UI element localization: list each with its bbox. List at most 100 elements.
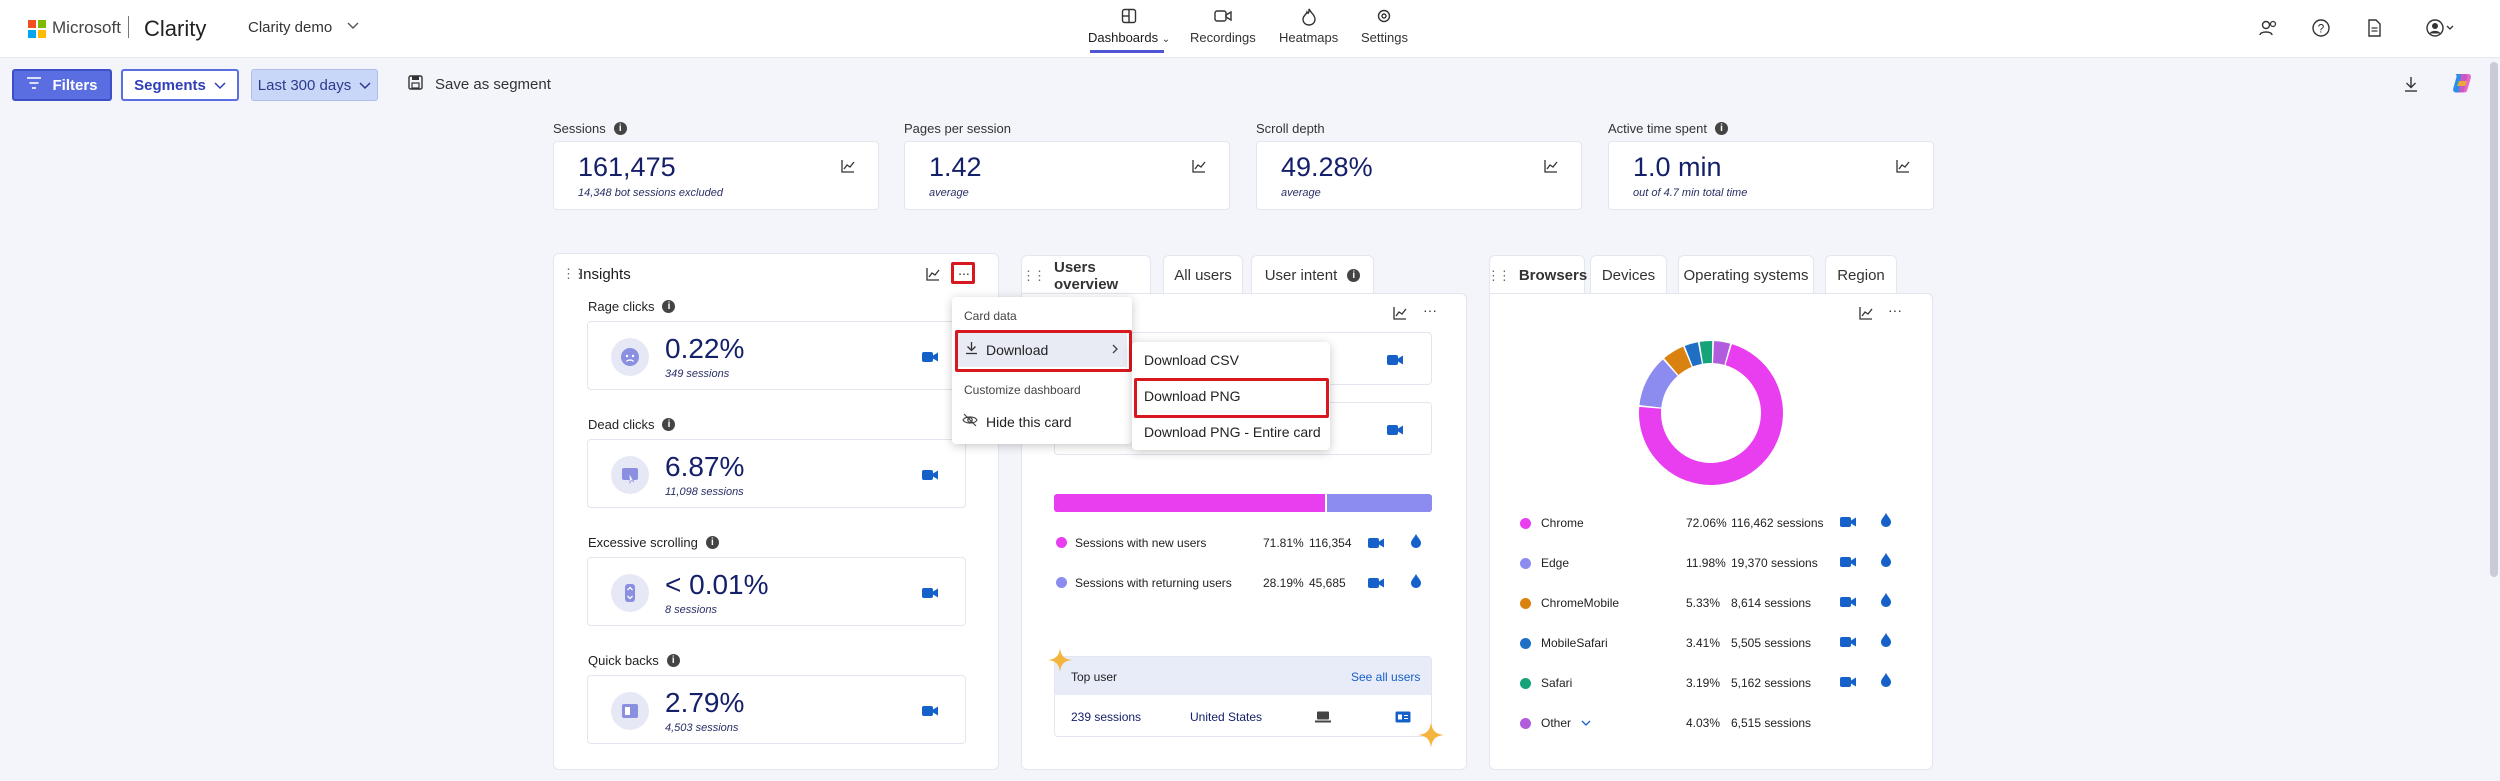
- heatmap-flame-icon[interactable]: [1881, 593, 1891, 607]
- product-name[interactable]: Clarity: [144, 16, 206, 42]
- scrollbar-thumb[interactable]: [2490, 62, 2498, 577]
- tab-label: All users: [1174, 266, 1232, 284]
- see-all-users-link[interactable]: See all users: [1351, 670, 1420, 684]
- heatmap-flame-icon[interactable]: [1881, 513, 1891, 527]
- video-camera-icon[interactable]: [1840, 516, 1856, 528]
- insight-rage-clicks-label: Rage clicks i: [588, 299, 676, 314]
- info-icon[interactable]: i: [662, 300, 676, 313]
- trend-chart-icon[interactable]: [1191, 158, 1207, 174]
- info-icon[interactable]: i: [705, 536, 719, 549]
- tab-label: Browsers: [1518, 267, 1588, 284]
- copilot-icon[interactable]: [2450, 71, 2474, 98]
- video-camera-icon[interactable]: [922, 586, 938, 598]
- video-camera-icon[interactable]: [1840, 596, 1856, 608]
- share-user-icon[interactable]: [2258, 18, 2280, 40]
- id-card-icon[interactable]: [1395, 710, 1411, 726]
- menu-item-download-csv[interactable]: Download CSV: [1144, 352, 1239, 368]
- trend-chart-icon[interactable]: [840, 158, 856, 174]
- date-range-button[interactable]: Last 300 days: [251, 69, 378, 101]
- row-percent: 28.19%: [1263, 576, 1304, 590]
- filters-button[interactable]: Filters: [12, 69, 112, 101]
- insight-card-dead-clicks[interactable]: 6.87% 11,098 sessions: [587, 439, 966, 508]
- nav-settings[interactable]: Settings: [1361, 8, 1408, 45]
- dashboard-icon: [1088, 8, 1170, 30]
- insight-label: Excessive scrolling: [588, 535, 698, 550]
- row-count: 45,685: [1309, 576, 1346, 590]
- nav-active-indicator: [1090, 50, 1164, 53]
- legend-dot: [1056, 577, 1067, 588]
- tab-user-intent[interactable]: User intent i: [1251, 255, 1374, 295]
- gear-icon: [1361, 8, 1408, 30]
- help-icon[interactable]: ?: [2311, 18, 2333, 40]
- trend-chart-icon[interactable]: [1543, 158, 1559, 174]
- tab-label: User intent: [1264, 266, 1338, 284]
- users-row-returning: Sessions with returning users 28.19% 45,…: [1056, 574, 1432, 596]
- download-icon[interactable]: [2403, 75, 2419, 96]
- info-icon[interactable]: i: [613, 122, 627, 135]
- video-camera-icon[interactable]: [922, 350, 938, 362]
- video-camera-icon[interactable]: [1840, 636, 1856, 648]
- heatmap-flame-icon[interactable]: [1411, 534, 1421, 548]
- info-icon[interactable]: i: [1715, 122, 1728, 135]
- video-camera-icon[interactable]: [1368, 576, 1384, 588]
- trend-chart-icon[interactable]: [1895, 158, 1911, 174]
- chevron-down-icon[interactable]: [346, 18, 360, 35]
- trend-chart-icon[interactable]: [1858, 305, 1874, 324]
- tab-operating-systems[interactable]: Operating systems: [1678, 255, 1814, 295]
- insight-card-excessive-scrolling[interactable]: < 0.01% 8 sessions: [587, 557, 966, 626]
- document-icon[interactable]: [2364, 18, 2386, 40]
- trend-chart-icon[interactable]: [1392, 305, 1408, 324]
- highlight-box: [955, 330, 1132, 372]
- browser-name: MobileSafari: [1541, 636, 1608, 650]
- info-icon[interactable]: i: [666, 654, 680, 667]
- insight-value: 2.79%: [665, 687, 745, 718]
- tab-users-overview[interactable]: ⋮⋮ Users overview: [1021, 255, 1151, 295]
- tab-region[interactable]: Region: [1825, 255, 1897, 295]
- browser-sessions: 5,162 sessions: [1731, 676, 1812, 690]
- nav-recordings[interactable]: Recordings: [1190, 8, 1256, 45]
- kpi-subtext: 14,348 bot sessions excluded: [578, 187, 723, 199]
- heatmap-flame-icon[interactable]: [1881, 673, 1891, 687]
- browser-name[interactable]: Other: [1541, 716, 1571, 730]
- row-label: Sessions with new users: [1075, 536, 1207, 550]
- insight-card-quick-backs[interactable]: 2.79% 4,503 sessions: [587, 675, 966, 744]
- nav-heatmaps[interactable]: Heatmaps: [1279, 8, 1338, 45]
- kpi-sessions-label: Sessions i: [553, 121, 627, 136]
- project-selector[interactable]: Clarity demo: [248, 19, 332, 36]
- donut-slice-safari[interactable]: [1699, 341, 1713, 364]
- kpi-label-text: Active time spent: [1608, 121, 1707, 136]
- video-camera-icon[interactable]: [1368, 536, 1384, 548]
- nav-dashboards[interactable]: Dashboards ⌄: [1088, 8, 1170, 45]
- insight-card-rage-clicks[interactable]: 0.22% 349 sessions: [587, 321, 966, 390]
- segments-button[interactable]: Segments: [121, 69, 239, 101]
- info-icon[interactable]: i: [662, 418, 676, 431]
- heatmap-flame-icon[interactable]: [1881, 633, 1891, 647]
- account-icon[interactable]: [2425, 18, 2455, 40]
- video-camera-icon[interactable]: [922, 704, 938, 716]
- trend-chart-icon[interactable]: [925, 266, 941, 285]
- more-options-button[interactable]: ···: [1423, 302, 1437, 318]
- video-camera-icon[interactable]: [922, 468, 938, 480]
- browser-sessions: 8,614 sessions: [1731, 596, 1812, 610]
- save-segment-button[interactable]: Save as segment: [408, 75, 551, 94]
- heatmap-flame-icon[interactable]: [1881, 553, 1891, 567]
- nav-label: Recordings: [1190, 30, 1256, 45]
- more-options-button[interactable]: ···: [1888, 302, 1902, 318]
- browser-percent: 3.41%: [1686, 636, 1721, 650]
- video-camera-icon[interactable]: [1840, 676, 1856, 688]
- menu-item-download-png-entire[interactable]: Download PNG - Entire card: [1144, 424, 1321, 440]
- tab-browsers[interactable]: ⋮⋮ Browsers: [1487, 255, 1588, 295]
- legend-dot: [1520, 517, 1531, 529]
- drag-handle-icon[interactable]: ⋮⋮: [1022, 268, 1046, 284]
- menu-item-hide-card[interactable]: Hide this card: [962, 413, 1072, 430]
- chevron-down-icon[interactable]: [1581, 716, 1591, 730]
- tab-devices[interactable]: Devices: [1590, 255, 1667, 295]
- tab-all-users[interactable]: All users: [1163, 255, 1243, 295]
- video-camera-icon[interactable]: [1387, 423, 1403, 435]
- drag-handle-icon[interactable]: ⋮⋮: [1487, 268, 1511, 284]
- video-camera-icon[interactable]: [1387, 353, 1403, 365]
- video-camera-icon[interactable]: [1840, 556, 1856, 568]
- flame-icon: [1279, 8, 1338, 30]
- heatmap-flame-icon[interactable]: [1411, 574, 1421, 588]
- info-icon[interactable]: i: [1347, 268, 1361, 282]
